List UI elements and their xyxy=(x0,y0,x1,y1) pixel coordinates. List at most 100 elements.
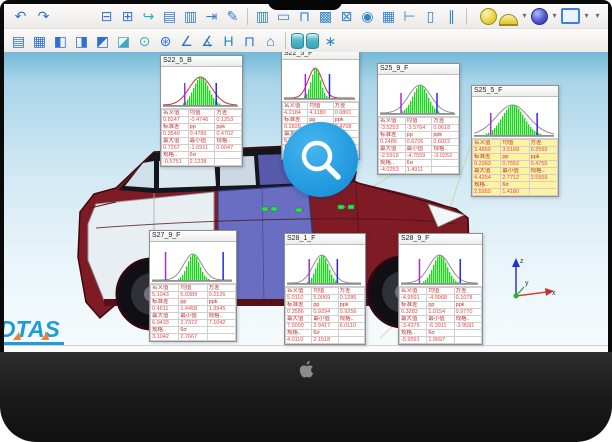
stats-table: 名义值均值方差-3.5253-3.57640.0618标准差ppppk0.248… xyxy=(378,117,459,174)
protractor-gauge-icon[interactable] xyxy=(499,14,518,26)
import-model-icon[interactable]: ↪ xyxy=(139,6,158,26)
dropdown-arrow-icon[interactable]: ▾ xyxy=(520,6,529,26)
box-annotate-icon[interactable]: ◪ xyxy=(114,31,133,51)
stats-table: 名义值均值方差0.8247-0.47460.1253标准差ppppk0.3540… xyxy=(161,109,242,166)
stat-label: 最大值 xyxy=(151,313,179,320)
undo-icon[interactable]: ↶ xyxy=(11,6,30,26)
grid-view-icon[interactable]: ▦ xyxy=(379,6,398,26)
redo-icon[interactable]: ↷ xyxy=(34,6,53,26)
toolbar-group-model: ▤▦◧◨◩◪⊙⊛∠∡H⊓⌂ xyxy=(9,31,280,51)
stat-panel-S27_9_F[interactable]: S27_9_F名义值均值方差5.10435.03890.2126标准差ppppk… xyxy=(149,230,237,342)
stat-label: 名义值 xyxy=(473,140,501,147)
histogram-plot xyxy=(380,76,455,116)
stat-value: -2.5919 xyxy=(379,153,406,160)
node-network-icon[interactable]: ⊛ xyxy=(156,31,175,51)
press-fixture-icon[interactable]: ⊓ xyxy=(240,31,259,51)
stat-panel-S28_1_F[interactable]: S28_1_F 名义值均值方差5.01105.00690.1286标准差ppppk… xyxy=(284,233,366,345)
stat-label: 方差 xyxy=(333,103,358,110)
target-gauge-icon[interactable] xyxy=(480,8,497,25)
stat-value: 5.0069 xyxy=(312,295,338,302)
dropdown-arrow-icon[interactable]: ▾ xyxy=(593,6,602,26)
new-clipboard-icon[interactable]: ⊞ xyxy=(118,6,137,26)
stat-value: 6.9433 xyxy=(151,320,179,327)
vector-angle-icon[interactable]: ∠ xyxy=(177,31,196,51)
database-run-icon[interactable] xyxy=(291,33,304,49)
stat-value: 0.9294 xyxy=(312,309,338,316)
stat-value: 4.0110 xyxy=(286,337,312,344)
status-bar xyxy=(4,345,608,352)
histogram xyxy=(161,67,242,109)
report-chart-icon[interactable]: ▤ xyxy=(160,6,179,26)
stat-panel-S28_9_F[interactable]: S28_9_F名义值均值方差-4.9591-4.99680.1078标准差ppp… xyxy=(398,233,483,345)
tile-windows-icon[interactable]: ▤ xyxy=(9,31,28,51)
stat-label: 6σ xyxy=(427,330,454,337)
result-monitor-icon[interactable] xyxy=(561,8,580,24)
point-marker-icon[interactable]: ⊙ xyxy=(135,31,154,51)
stat-label: 最小值 xyxy=(179,313,207,320)
panel-title[interactable]: S28_9_F xyxy=(399,234,482,245)
cascade-windows-icon[interactable]: ▦ xyxy=(30,31,49,51)
stat-label xyxy=(207,327,235,334)
database-refresh-icon[interactable] xyxy=(306,33,319,49)
export-doc-icon[interactable]: ⇥ xyxy=(202,6,221,26)
edit-doc-icon[interactable]: ✎ xyxy=(223,6,242,26)
logo-accent-icon xyxy=(41,332,49,340)
stat-value: 2.1238 xyxy=(188,159,215,166)
stat-value: 4.4254 xyxy=(473,175,501,182)
histogram xyxy=(378,75,459,117)
zoom-indicator[interactable] xyxy=(283,122,358,197)
stat-label: 最小值 xyxy=(188,138,215,145)
axis-z-label: z xyxy=(520,258,524,265)
measure-view-icon[interactable]: ⊢ xyxy=(400,6,419,26)
stat-value xyxy=(454,337,481,344)
panel-title[interactable]: S25_9_F xyxy=(378,64,459,75)
stat-label: 6σ xyxy=(188,152,215,159)
doc-points-icon[interactable]: ▥ xyxy=(181,6,200,26)
mirror-view-icon[interactable]: ∥ xyxy=(442,6,461,26)
stat-label: 6σ xyxy=(501,182,529,189)
stat-label: 标准差 xyxy=(379,132,406,139)
stat-value: 2.1518 xyxy=(312,337,338,344)
stat-label: 均值 xyxy=(501,140,529,147)
page-view-icon[interactable]: ▯ xyxy=(421,6,440,26)
stats-table: 名义值均值方差5.01105.00690.1286标准差ppppk0.35860… xyxy=(285,287,365,344)
panel-title[interactable]: S27_9_F xyxy=(150,231,236,242)
stat-value xyxy=(338,337,364,344)
print-report-icon[interactable]: ⊟ xyxy=(97,6,116,26)
scatter-points-icon[interactable]: ∗ xyxy=(321,31,340,51)
close-view-icon[interactable]: ⊠ xyxy=(337,6,356,26)
nav-sphere-icon[interactable] xyxy=(531,8,548,25)
dropdown-arrow-icon[interactable]: ▾ xyxy=(582,6,591,26)
stat-value: 1.0154 xyxy=(427,309,454,316)
logo-accent-icon xyxy=(13,332,21,340)
panel-title[interactable]: S28_1_F xyxy=(285,234,365,245)
box-view-2-icon[interactable]: ◨ xyxy=(72,31,91,51)
stat-value: -3.0253 xyxy=(432,153,459,160)
dtas-logo-text: DTAS xyxy=(4,316,64,345)
home-part-icon[interactable]: ⌂ xyxy=(261,31,280,51)
vector-line-icon[interactable]: ∡ xyxy=(198,31,217,51)
stat-label: pp xyxy=(405,132,432,139)
stat-value: 0.3540 xyxy=(162,131,189,138)
stat-panel-S25_9_F[interactable]: S25_9_F 名义值均值方差-3.5253-3.57640.0618标准差ppp… xyxy=(377,63,460,175)
panel-title[interactable]: S22_5_B xyxy=(161,56,242,67)
stat-value xyxy=(432,167,459,174)
stat-label: 最小值 xyxy=(427,316,454,323)
datum-h-icon[interactable]: H xyxy=(219,31,238,51)
stat-label: 规格.. xyxy=(529,168,557,175)
app-window: ↶↷⊟⊞↪▤▥⇥✎▥▭⊓▩⊠◉▦⊢▯∥▾▾▾▾ ▤▦◧◨◩◪⊙⊛∠∡H⊓⌂∗ xyxy=(4,4,608,352)
stat-label xyxy=(338,330,364,337)
camera-notch xyxy=(268,0,342,10)
stat-label: 最小值 xyxy=(501,168,529,175)
stat-label: 规格.. xyxy=(400,330,427,337)
viewport-canvas[interactable]: z y x S22_5_B名义值均值方差0.8247-0.47460.1253标… xyxy=(4,52,608,345)
sphere-view-icon[interactable]: ◉ xyxy=(358,6,377,26)
stat-panel-S25_5_F[interactable]: S25_5_F名义值均值方差3.48593.51690.2559标准差ppppk… xyxy=(471,85,559,197)
toolbar-group-analysis: ▾▾▾▾ xyxy=(480,6,602,26)
dropdown-arrow-icon[interactable]: ▾ xyxy=(550,6,559,26)
box-view-1-icon[interactable]: ◧ xyxy=(51,31,70,51)
stat-panel-S22_5_B[interactable]: S22_5_B 名义值均值方差0.8247-0.47460.1253标准差pppp… xyxy=(160,55,243,167)
box-view-3-icon[interactable]: ◩ xyxy=(93,31,112,51)
panel-title[interactable]: S25_5_F xyxy=(472,86,558,97)
split-columns-icon[interactable]: ▥ xyxy=(253,6,272,26)
